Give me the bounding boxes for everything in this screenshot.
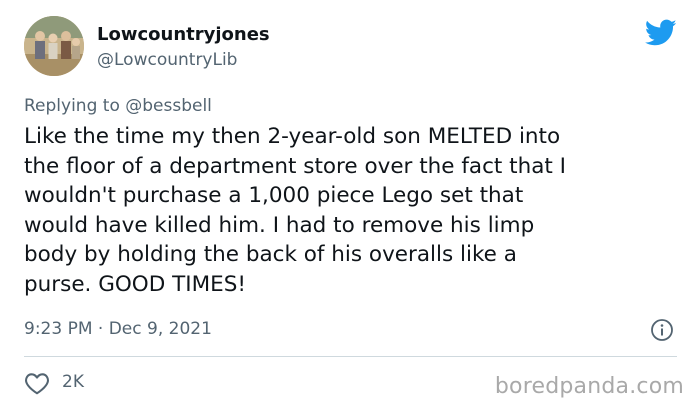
tweet-text-line: purse. GOOD TIMES! bbox=[24, 271, 246, 297]
like-count: 2K bbox=[62, 372, 84, 392]
reply-to-handle[interactable]: @bessbell bbox=[125, 96, 212, 116]
tweet-text-line: would have killed him. I had to remove h… bbox=[24, 212, 535, 238]
info-icon[interactable] bbox=[650, 318, 674, 342]
twitter-bird-icon[interactable] bbox=[645, 19, 677, 47]
reply-context: Replying to @bessbell bbox=[24, 96, 212, 116]
tweet-text-line: wouldn't purchase a 1,000 piece Lego set… bbox=[24, 183, 524, 208]
author-handle[interactable]: @LowcountryLib bbox=[97, 50, 237, 70]
watermark: boredpanda.com bbox=[494, 374, 684, 399]
tweet-text: Like the time my then 2-year-old son MEL… bbox=[24, 122, 684, 299]
avatar[interactable] bbox=[24, 16, 84, 76]
avatar-photo bbox=[24, 16, 84, 76]
heart-icon[interactable] bbox=[24, 371, 50, 395]
tweet-timestamp[interactable]: 9:23 PM · Dec 9, 2021 bbox=[24, 319, 212, 339]
author-display-name[interactable]: Lowcountryjones bbox=[97, 24, 270, 45]
tweet-card: Lowcountryjones @LowcountryLib Replying … bbox=[0, 0, 700, 410]
divider bbox=[24, 356, 677, 357]
tweet-text-line: the floor of a department store over the… bbox=[24, 153, 567, 179]
tweet-text-line: Like the time my then 2-year-old son MEL… bbox=[24, 124, 561, 149]
reply-prefix: Replying to bbox=[24, 96, 120, 116]
tweet-text-line: body by holding the back of his overalls… bbox=[24, 242, 517, 267]
